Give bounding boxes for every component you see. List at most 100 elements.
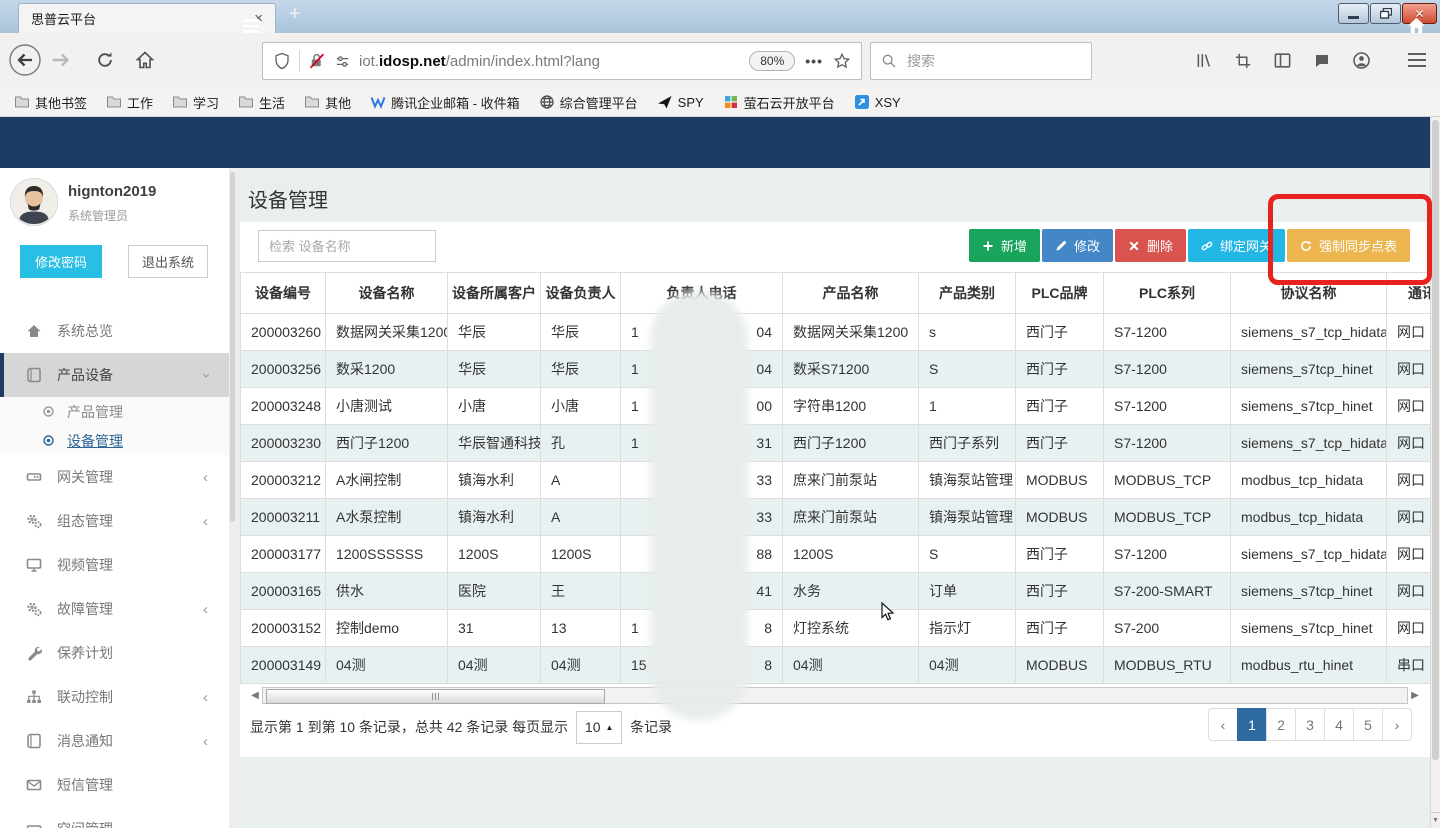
- table-row[interactable]: 200003212A水闸控制镇海水利A33庶来门前泵站镇海泵站管理MODBUSM…: [241, 462, 1440, 499]
- column-header[interactable]: 设备编号: [241, 273, 326, 314]
- sidebar-scrollbar[interactable]: [229, 168, 236, 828]
- browser-search-box[interactable]: [870, 42, 1092, 80]
- toolbar-button-plus[interactable]: 新增: [969, 229, 1040, 262]
- new-tab-button[interactable]: +: [289, 3, 301, 26]
- sidebar-item[interactable]: 视频管理: [0, 543, 229, 587]
- sidebar-collapse-icon[interactable]: [243, 19, 259, 36]
- table-row[interactable]: 200003165供水医院王41水务订单西门子S7-200-SMARTsieme…: [241, 573, 1440, 610]
- permissions-icon[interactable]: [334, 53, 351, 70]
- sidebar-item[interactable]: 产品设备‹: [0, 353, 229, 397]
- sidebar-item[interactable]: 短信管理: [0, 763, 229, 807]
- sidebar-item[interactable]: 联动控制‹: [0, 675, 229, 719]
- column-header[interactable]: PLC品牌: [1016, 273, 1104, 314]
- forward-button[interactable]: [44, 43, 78, 77]
- zoom-level-badge[interactable]: 80%: [749, 51, 795, 71]
- column-header[interactable]: 产品类别: [919, 273, 1016, 314]
- page-number-button[interactable]: 5: [1353, 708, 1383, 741]
- scrollbar-thumb[interactable]: [266, 689, 605, 704]
- table-row[interactable]: 200003256数采1200华辰华辰104数采S71200S西门子S7-120…: [241, 351, 1440, 388]
- back-button[interactable]: [8, 43, 42, 77]
- annotation-highlight-box: [1268, 194, 1432, 285]
- insecure-lock-icon[interactable]: [308, 52, 326, 70]
- logout-button[interactable]: 退出系统: [128, 245, 208, 278]
- device-search-input[interactable]: [258, 230, 436, 262]
- bookmark-star-icon[interactable]: [833, 52, 851, 70]
- column-header[interactable]: 设备所属客户: [448, 273, 541, 314]
- menu-icon[interactable]: [1408, 53, 1426, 71]
- table-row[interactable]: 2000031771200SSSSSS1200S1200S881200SS西门子…: [241, 536, 1440, 573]
- bookmark-item[interactable]: 综合管理平台: [539, 93, 638, 112]
- sidebar-item[interactable]: 网关管理‹: [0, 455, 229, 499]
- library-icon[interactable]: [1194, 51, 1213, 70]
- sidebar-item[interactable]: 系统总览: [0, 309, 229, 353]
- screenshot-icon[interactable]: [1234, 52, 1252, 70]
- cell: A: [541, 499, 621, 536]
- change-password-button[interactable]: 修改密码: [20, 245, 102, 278]
- page-number-button[interactable]: 4: [1324, 708, 1354, 741]
- reload-button[interactable]: [88, 43, 122, 77]
- column-header[interactable]: 产品名称: [783, 273, 919, 314]
- app-home-icon[interactable]: [1407, 16, 1426, 35]
- table-row[interactable]: 200003248小唐测试小唐小唐100字符串12001西门子S7-1200si…: [241, 388, 1440, 425]
- sidebar-item[interactable]: 故障管理‹: [0, 587, 229, 631]
- url-bar[interactable]: iot.idosp.net/admin/index.html?lang 80% …: [262, 42, 862, 80]
- cell: 数据网关采集1200: [326, 314, 448, 351]
- sidebar-item[interactable]: 保养计划: [0, 631, 229, 675]
- column-header[interactable]: 设备负责人: [541, 273, 621, 314]
- bookmark-item[interactable]: SPY: [657, 94, 704, 110]
- browser-search-input[interactable]: [905, 52, 1059, 70]
- bookmark-item[interactable]: 工作: [106, 93, 153, 112]
- scroll-left-icon[interactable]: ◀: [248, 690, 262, 701]
- page-number-button[interactable]: 1: [1237, 708, 1267, 741]
- restore-button[interactable]: [1370, 3, 1401, 24]
- link-icon: [1201, 240, 1213, 252]
- page-number-button[interactable]: 3: [1295, 708, 1325, 741]
- home-button[interactable]: [128, 43, 162, 77]
- bookmark-item[interactable]: 生活: [238, 93, 285, 112]
- cell: S7-1200: [1104, 536, 1231, 573]
- scroll-down-icon[interactable]: ▼: [1431, 812, 1440, 828]
- browser-tab[interactable]: 思普云平台 ×: [18, 3, 276, 33]
- account-icon[interactable]: [1352, 51, 1371, 70]
- cell: 西门子: [1016, 351, 1104, 388]
- horizontal-scrollbar[interactable]: ◀ ▶: [248, 687, 1422, 704]
- table-row[interactable]: 200003211A水泵控制镇海水利A33庶来门前泵站镇海泵站管理MODBUSM…: [241, 499, 1440, 536]
- bookmark-item[interactable]: XSY: [854, 94, 901, 110]
- cell: siemens_s7tcp_hinet: [1231, 610, 1387, 647]
- cell: 1200S: [448, 536, 541, 573]
- sidebar-item[interactable]: 消息通知‹: [0, 719, 229, 763]
- bookmark-item[interactable]: 学习: [172, 93, 219, 112]
- column-header[interactable]: PLC系列: [1104, 273, 1231, 314]
- phone-left-fragment: 1: [631, 324, 639, 340]
- bookmark-item[interactable]: 其他: [304, 93, 351, 112]
- sidebar-toggle-icon[interactable]: [1273, 51, 1292, 70]
- bookmark-item[interactable]: 腾讯企业邮箱 - 收件箱: [370, 93, 520, 112]
- record-info-suffix: 条记录: [630, 717, 672, 737]
- page-actions-icon[interactable]: •••: [805, 53, 823, 69]
- table-row[interactable]: 200003152控制demo311318灯控系统指示灯西门子S7-200sie…: [241, 610, 1440, 647]
- sidebar-subitem[interactable]: 产品管理: [0, 397, 229, 426]
- bookmark-item[interactable]: 萤石云开放平台: [723, 93, 835, 112]
- sidebar-subitem[interactable]: 设备管理: [0, 426, 229, 455]
- toolbar-button-pencil[interactable]: 修改: [1042, 229, 1113, 262]
- url-text: iot.idosp.net/admin/index.html?lang: [359, 53, 600, 70]
- page-prev-button[interactable]: ‹: [1208, 708, 1238, 741]
- page-next-button[interactable]: ›: [1382, 708, 1412, 741]
- table-row[interactable]: 20000314904测04测04测15804测04测MODBUSMODBUS_…: [241, 647, 1440, 684]
- toolbar-button-cross[interactable]: 删除: [1115, 229, 1186, 262]
- scroll-right-icon[interactable]: ▶: [1408, 690, 1422, 701]
- shield-icon[interactable]: [273, 52, 291, 70]
- minimize-button[interactable]: [1338, 3, 1369, 24]
- page-number-button[interactable]: 2: [1266, 708, 1296, 741]
- table-row[interactable]: 200003230西门子1200华辰智通科技孔131西门子1200西门子系列西门…: [241, 425, 1440, 462]
- messages-icon[interactable]: [1313, 52, 1331, 70]
- cell: 西门子系列: [919, 425, 1016, 462]
- sidebar-item[interactable]: 组态管理‹: [0, 499, 229, 543]
- page-size-select[interactable]: 10 ▲: [576, 711, 622, 744]
- bookmark-item[interactable]: 其他书签: [14, 93, 87, 112]
- column-header[interactable]: 设备名称: [326, 273, 448, 314]
- cell: siemens_s7_tcp_hidata: [1231, 536, 1387, 573]
- sidebar-item[interactable]: 空间管理: [0, 807, 229, 828]
- table-row[interactable]: 200003260数据网关采集1200华辰华辰104数据网关采集1200s西门子…: [241, 314, 1440, 351]
- cell: S7-1200: [1104, 388, 1231, 425]
